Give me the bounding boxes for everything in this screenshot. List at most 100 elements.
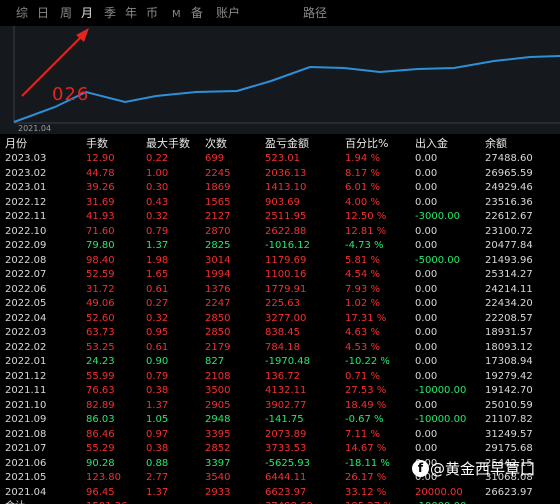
cell-lots: 24.23 <box>86 356 115 367</box>
cell-month: 2022.04 <box>5 312 47 324</box>
cell-lots: 49.06 <box>86 298 115 309</box>
cell-percent: 4.53 % <box>345 341 380 353</box>
cell-deposit: 0.00 <box>415 428 438 440</box>
cell-month: 2021.05 <box>5 472 47 483</box>
cell-balance: 27488.60 <box>485 153 533 164</box>
cell-max-lots: 1.37 <box>146 486 169 498</box>
cell-percent: 4.54 % <box>345 269 380 280</box>
cell-trades: 1869 <box>205 182 231 193</box>
cell-lots: 55.29 <box>86 443 115 454</box>
cell-deposit: -5000.00 <box>415 254 460 266</box>
cell-percent: 5.81 % <box>345 254 380 266</box>
table-header-row: 月份 手数 最大手数 次数 盈亏金额 百分比% 出入金 余额 <box>0 136 560 152</box>
cell-lots: 96.45 <box>86 486 115 498</box>
cell-deposit: 0.00 <box>415 370 438 382</box>
cell-lots: 63.73 <box>86 327 115 338</box>
table-row: 2022.10 71.60 0.79 2870 2622.88 12.81 % 0.00 23… <box>0 225 560 240</box>
cell-trades: 2948 <box>205 414 231 425</box>
cell-trades: 2127 <box>205 211 231 222</box>
cell-month: 2021.04 <box>5 486 47 498</box>
cell-max-lots: 0.43 <box>146 196 169 208</box>
cell-profit: 2511.95 <box>265 211 307 222</box>
cell-balance: 31249.57 <box>485 428 533 440</box>
cell-profit: 4132.11 <box>265 385 307 396</box>
cell-month: 2022.02 <box>5 341 47 353</box>
cell-balance: 24929.46 <box>485 182 533 193</box>
cell-profit: 2036.13 <box>265 167 307 179</box>
tab-yearly[interactable]: 年 <box>125 5 137 21</box>
cell-deposit: 0.00 <box>415 269 438 280</box>
cell-max-lots: 0.32 <box>146 211 169 222</box>
total-percent: 185.27 % <box>345 500 393 504</box>
cell-profit: 6623.97 <box>265 486 307 498</box>
cell-lots: 86.46 <box>86 428 115 440</box>
cell-balance: 21493.96 <box>485 254 533 266</box>
cell-balance: 25314.27 <box>485 269 533 280</box>
cell-lots: 41.93 <box>86 211 115 222</box>
cell-trades: 1376 <box>205 283 231 295</box>
cell-trades: 2108 <box>205 370 231 382</box>
cell-month: 2021.06 <box>5 457 47 469</box>
tab-currency[interactable]: 币 <box>146 5 158 21</box>
cell-max-lots: 0.90 <box>146 356 169 367</box>
tab-m[interactable]: M <box>172 7 181 23</box>
table-row: 2023.02 44.78 1.00 2245 2036.13 8.17 % 0.00 269… <box>0 167 560 182</box>
cell-month: 2022.05 <box>5 298 47 309</box>
cell-balance: 29175.68 <box>485 443 533 454</box>
cell-profit: 6444.11 <box>265 472 307 483</box>
cell-percent: -10.22 % <box>345 356 390 367</box>
cell-deposit: 0.00 <box>415 298 438 309</box>
tab-quarterly[interactable]: 季 <box>104 5 116 21</box>
total-lots: 1501.36 <box>86 500 127 504</box>
cell-lots: 31.72 <box>86 283 115 295</box>
tab-notes[interactable]: 备 <box>191 5 203 21</box>
cell-month: 2022.12 <box>5 196 47 208</box>
cell-deposit: 0.00 <box>415 327 438 338</box>
cell-percent: -4.73 % <box>345 240 384 251</box>
tab-daily[interactable]: 日 <box>37 5 49 21</box>
cell-balance: 26623.97 <box>485 486 533 498</box>
table-total-row: 合计 1501.36 37488.60 185.27 % -10000.00 <box>0 500 560 504</box>
cell-deposit: 0.00 <box>415 240 438 251</box>
cell-max-lots: 1.37 <box>146 399 169 411</box>
cell-percent: 17.31 % <box>345 312 387 324</box>
cell-deposit: 20000.00 <box>415 486 463 498</box>
cell-lots: 31.69 <box>86 196 115 208</box>
cell-balance: 26965.59 <box>485 167 533 179</box>
table-row: 2022.11 41.93 0.32 2127 2511.95 12.50 % -3000.… <box>0 210 560 225</box>
cell-lots: 39.26 <box>86 182 115 193</box>
cell-balance: 17308.94 <box>485 356 533 367</box>
cell-balance: 22208.57 <box>485 312 533 324</box>
cell-month: 2022.10 <box>5 225 47 237</box>
tab-overview[interactable]: 综 <box>16 5 28 21</box>
cell-percent: 18.49 % <box>345 399 387 411</box>
cell-trades: 1994 <box>205 269 231 280</box>
cell-month: 2021.10 <box>5 399 47 411</box>
cell-lots: 52.60 <box>86 312 115 324</box>
cell-profit: 2622.88 <box>265 225 307 237</box>
table-row: 2022.08 98.40 1.98 3014 1179.69 5.81 % -5000.0… <box>0 254 560 269</box>
table-row: 2021.10 82.89 1.37 2905 3902.77 18.49 % 0.00 25… <box>0 399 560 414</box>
cell-max-lots: 1.05 <box>146 414 169 425</box>
cell-profit: 1779.91 <box>265 283 307 295</box>
tab-weekly[interactable]: 周 <box>60 5 72 21</box>
tab-path[interactable]: 路径 <box>303 5 327 21</box>
cell-percent: 4.63 % <box>345 327 380 338</box>
tab-monthly[interactable]: 月 <box>81 5 93 21</box>
cell-max-lots: 0.22 <box>146 153 169 164</box>
cell-month: 2023.03 <box>5 153 47 164</box>
tab-account[interactable]: 账户 <box>216 5 240 21</box>
table-row: 2021.07 55.29 0.38 2852 3733.53 14.67 % 0.00 29… <box>0 442 560 457</box>
cell-lots: 12.90 <box>86 153 115 164</box>
cell-trades: 3395 <box>205 428 231 440</box>
balance-chart: 026 2021.04 <box>0 26 560 134</box>
cell-deposit: 0.00 <box>415 182 438 193</box>
facebook-logo-icon: f <box>412 459 429 477</box>
cell-trades: 2850 <box>205 327 231 338</box>
cell-deposit: 0.00 <box>415 196 438 208</box>
cell-percent: 12.81 % <box>345 225 387 237</box>
table-row: 2021.08 86.46 0.97 3395 2073.89 7.11 % 0.00 312… <box>0 428 560 443</box>
header-lots: 手数 <box>86 137 108 150</box>
cell-lots: 76.63 <box>86 385 115 396</box>
cell-deposit: 0.00 <box>415 356 438 367</box>
